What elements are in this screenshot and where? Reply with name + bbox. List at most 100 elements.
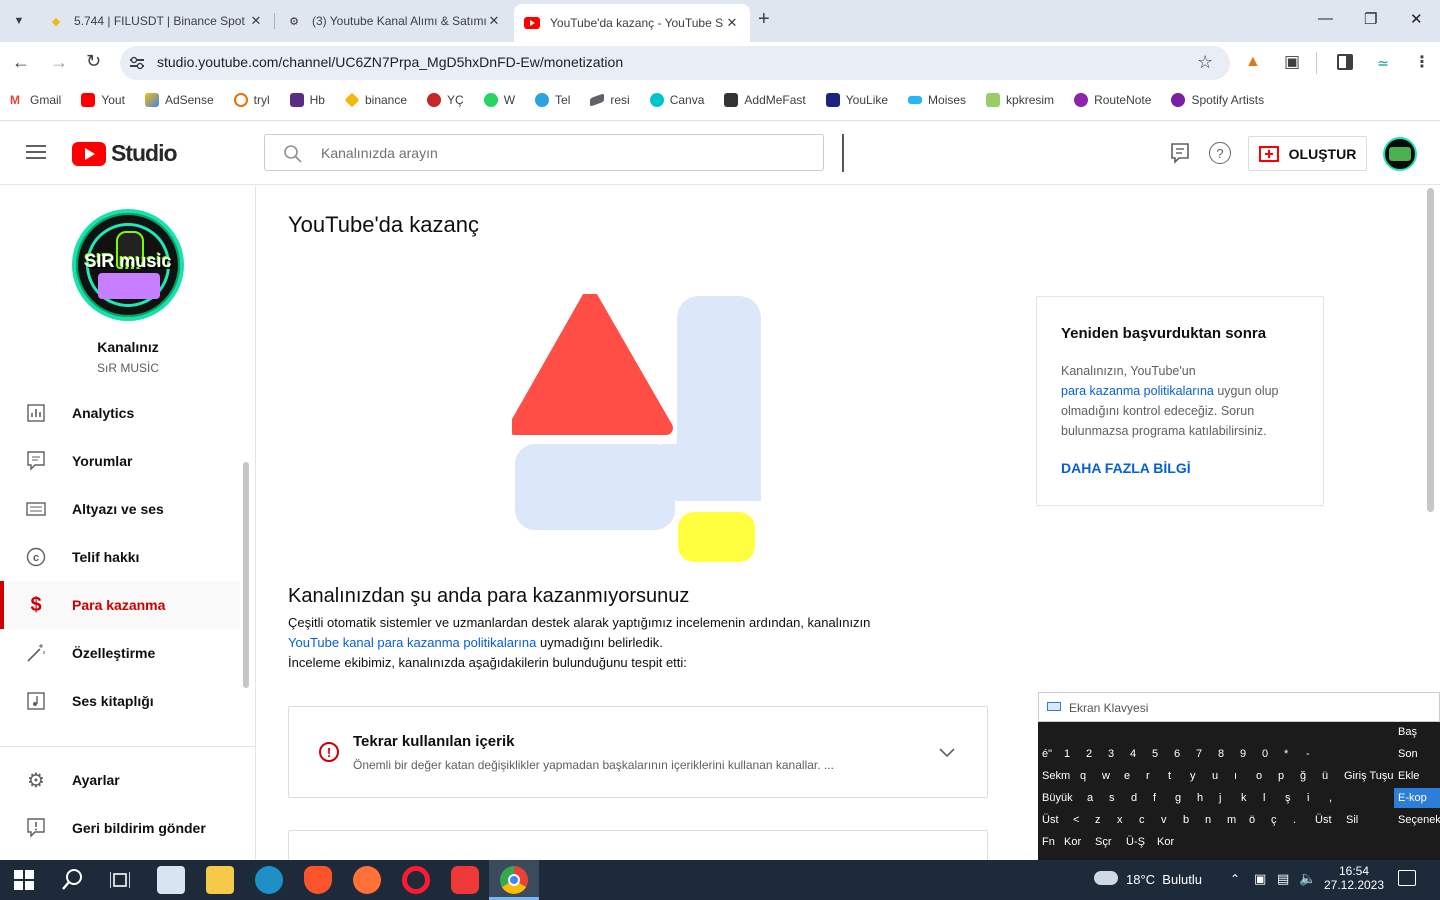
hamburger-menu-icon[interactable] <box>26 144 46 160</box>
osk-key[interactable]: d <box>1131 788 1149 808</box>
bookmark-yc[interactable]: YÇ <box>427 93 464 107</box>
osk-key[interactable]: j <box>1219 788 1237 808</box>
tab-search-icon[interactable]: ▼ <box>8 10 30 32</box>
osk-side-key[interactable]: E-kop <box>1394 788 1440 808</box>
osk-key[interactable]: ğ <box>1300 766 1318 786</box>
sidebar-item-feedback[interactable]: Geri bildirim gönder <box>0 804 240 852</box>
osk-side-key[interactable]: Ekle <box>1394 766 1440 786</box>
maximize-icon[interactable]: ❐ <box>1364 10 1377 28</box>
osk-key[interactable]: 0 <box>1262 744 1280 764</box>
osk-key[interactable]: v <box>1161 810 1179 830</box>
issue-card[interactable]: ! Tekrar kullanılan içerik Önemli bir de… <box>288 706 988 798</box>
osk-key[interactable]: t <box>1168 766 1186 786</box>
osk-key[interactable]: n <box>1205 810 1223 830</box>
osk-key[interactable]: Sçr <box>1095 832 1122 852</box>
file-explorer-icon[interactable] <box>206 866 234 894</box>
osk-key[interactable]: - <box>1306 744 1324 764</box>
forward-icon[interactable]: → <box>50 52 68 73</box>
osk-key[interactable]: < <box>1073 810 1091 830</box>
osk-key[interactable]: Üst <box>1042 810 1069 830</box>
osk-key[interactable]: m <box>1227 810 1245 830</box>
tray-app-icon[interactable]: ▣ <box>1254 871 1266 887</box>
osk-key[interactable]: ü <box>1322 766 1340 786</box>
tab-youtube-studio[interactable]: YouTube'da kazanç - YouTube Studio ✕ <box>514 4 750 42</box>
osk-key[interactable]: Kor <box>1157 832 1184 852</box>
osk-key[interactable]: Kor <box>1064 832 1091 852</box>
bookmark-youtube[interactable]: Yout <box>81 93 125 107</box>
tab-forum[interactable]: ⚙ (3) Youtube Kanal Alımı & Satımı ✕ <box>276 6 512 36</box>
channel-search-input[interactable]: Kanalınızda arayın <box>264 134 824 171</box>
osk-key[interactable]: , <box>1329 788 1347 808</box>
sidebar-item-subtitles[interactable]: Altyazı ve ses <box>0 485 240 533</box>
osk-key[interactable]: w <box>1102 766 1120 786</box>
notifications-icon[interactable] <box>1398 870 1416 886</box>
side-panel-icon[interactable] <box>1337 54 1353 70</box>
bookmark-kpkresim[interactable]: kpkresim <box>986 93 1054 107</box>
task-view-icon[interactable] <box>109 871 131 894</box>
osk-key[interactable]: q <box>1080 766 1098 786</box>
sidebar-scrollbar[interactable] <box>243 462 249 688</box>
bookmark-resi[interactable]: resi <box>590 93 630 107</box>
bookmark-spotify-artists[interactable]: Spotify Artists <box>1171 93 1264 107</box>
messages-icon[interactable] <box>1170 142 1190 169</box>
osk-key[interactable]: 4 <box>1130 744 1148 764</box>
issue-card[interactable] <box>288 830 988 860</box>
brave-icon[interactable] <box>304 866 332 894</box>
osk-key[interactable]: 3 <box>1108 744 1126 764</box>
bookmark-canva[interactable]: Canva <box>649 93 704 107</box>
main-scrollbar[interactable] <box>1427 188 1434 512</box>
osk-key[interactable]: ö <box>1249 810 1267 830</box>
sidebar-item-customization[interactable]: Özelleştirme <box>0 629 240 677</box>
osk-key[interactable]: i <box>1307 788 1325 808</box>
site-info-icon[interactable] <box>128 55 146 71</box>
windows-start-icon[interactable] <box>14 870 34 890</box>
osk-side-key[interactable]: Son <box>1394 744 1440 764</box>
osk-key[interactable]: h <box>1197 788 1215 808</box>
back-icon[interactable]: ← <box>12 52 30 73</box>
osk-key[interactable]: f <box>1153 788 1171 808</box>
close-window-icon[interactable]: ✕ <box>1410 10 1423 28</box>
osk-key[interactable]: Büyük <box>1042 788 1083 808</box>
osk-key[interactable]: u <box>1212 766 1230 786</box>
minimize-icon[interactable]: — <box>1318 10 1333 27</box>
chevron-down-icon[interactable] <box>939 745 955 763</box>
help-icon[interactable]: ? <box>1209 142 1231 164</box>
weather-text[interactable]: 18°C Bulutlu <box>1126 872 1202 887</box>
bookmark-hb[interactable]: Hb <box>289 93 325 107</box>
edge-icon[interactable] <box>255 866 283 894</box>
bookmark-star-icon[interactable]: ☆ <box>1197 52 1213 73</box>
bookmark-tryl[interactable]: tryl <box>233 93 270 107</box>
extensions-icon[interactable]: ▣ <box>1284 52 1300 72</box>
tab-binance[interactable]: ◆ 5.744 | FILUSDT | Binance Spot ✕ <box>38 6 274 36</box>
network-icon[interactable]: ▤ <box>1277 871 1289 887</box>
osk-key[interactable]: 6 <box>1174 744 1192 764</box>
osk-key[interactable]: 1 <box>1064 744 1082 764</box>
create-button[interactable]: OLUŞTUR <box>1248 136 1367 171</box>
osk-key[interactable]: b <box>1183 810 1201 830</box>
sidebar-item-copyright[interactable]: c Telif hakkı <box>0 533 240 581</box>
osk-key[interactable]: y <box>1190 766 1208 786</box>
profile-icon[interactable]: ≃ <box>1372 52 1394 74</box>
volume-icon[interactable]: 🔈 <box>1299 870 1316 887</box>
menu-kebab-icon[interactable]: ⋮ <box>1414 52 1430 72</box>
osk-side-key[interactable]: Seçenek <box>1394 810 1440 830</box>
osk-key[interactable]: s <box>1109 788 1127 808</box>
osk-key[interactable]: é" <box>1042 744 1060 764</box>
sidebar-item-settings[interactable]: ⚙ Ayarlar <box>0 756 240 804</box>
osk-key[interactable]: Üst <box>1315 810 1342 830</box>
bookmark-whatsapp[interactable]: W <box>483 93 515 107</box>
osk-key[interactable]: p <box>1278 766 1296 786</box>
policy-link[interactable]: para kazanma politikalarına <box>1061 384 1214 398</box>
close-icon[interactable]: ✕ <box>724 15 740 31</box>
osk-key[interactable]: Sil <box>1346 810 1373 830</box>
osk-key[interactable]: . <box>1293 810 1311 830</box>
osk-key[interactable]: z <box>1095 810 1113 830</box>
bookmark-addmefast[interactable]: AddMeFast <box>724 93 806 107</box>
osk-key[interactable]: c <box>1139 810 1157 830</box>
bookmark-youlike[interactable]: YouLike <box>825 93 888 107</box>
clock[interactable]: 16:54 27.12.2023 <box>1322 864 1386 892</box>
osk-key[interactable]: 9 <box>1240 744 1258 764</box>
osk-key[interactable]: r <box>1146 766 1164 786</box>
chrome-taskbar-active[interactable] <box>489 860 539 900</box>
osk-key[interactable]: a <box>1087 788 1105 808</box>
